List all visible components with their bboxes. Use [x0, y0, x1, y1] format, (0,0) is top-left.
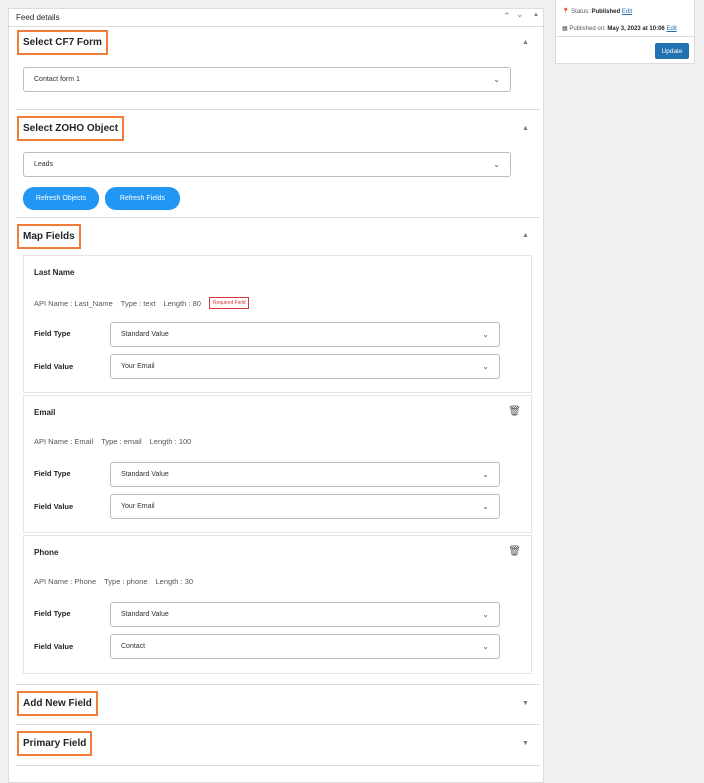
edit-status-link[interactable]: Edit [622, 9, 632, 15]
field-value-select[interactable]: Your Email ⌄ [110, 494, 500, 519]
cf7-form-select[interactable]: Contact form 1 ⌄ [23, 67, 511, 92]
selected-value: Contact [121, 643, 146, 650]
panel-title: Feed details [16, 13, 60, 22]
selected-value: Standard Value [121, 611, 169, 618]
selected-value: Standard Value [121, 471, 169, 478]
divider [16, 217, 540, 218]
field-type-select[interactable]: Standard Value ⌄ [110, 322, 500, 347]
field-value-label: Field Value [34, 362, 74, 371]
divider [16, 684, 540, 685]
field-type-label: Field Type [34, 469, 71, 478]
chevron-down-icon: ⌄ [482, 330, 489, 339]
field-meta: API Name : Phone Type : phone Length : 3… [34, 577, 193, 586]
divider [555, 36, 695, 37]
api-name: API Name : Last_Name [34, 298, 113, 308]
field-length: Length : 30 [155, 577, 194, 586]
status-row: 📍 Status: Published Edit [562, 8, 632, 15]
selected-value: Your Email [121, 503, 155, 510]
field-type-select[interactable]: Standard Value ⌄ [110, 602, 500, 627]
update-button[interactable]: Update [655, 43, 689, 59]
section-title-cf7[interactable]: Select CF7 Form [17, 30, 108, 55]
panel-header: Feed details [8, 8, 544, 27]
expand-icon[interactable]: ▼ [522, 700, 529, 707]
collapse-icon[interactable]: ▲ [522, 232, 529, 239]
chevron-down-icon: ⌄ [493, 75, 500, 84]
field-type-info: Type : phone [104, 577, 148, 586]
divider [16, 724, 540, 725]
status-label: Status: [571, 9, 590, 15]
toggle-panel-icon[interactable]: ▲ [533, 12, 539, 18]
divider [16, 109, 540, 110]
required-badge: Required Field [208, 297, 250, 309]
field-meta: API Name : Last_Name Type : text Length … [34, 297, 250, 309]
chevron-down-icon: ⌄ [482, 610, 489, 619]
field-value-select[interactable]: Your Email ⌄ [110, 354, 500, 379]
field-name: Last Name [34, 268, 75, 277]
pin-icon: 📍 [562, 9, 570, 15]
field-name: Phone [34, 548, 59, 557]
chevron-down-icon: ⌄ [493, 160, 500, 169]
field-length: Length : 100 [149, 437, 192, 446]
field-type-info: Type : text [120, 298, 156, 308]
chevron-down-icon: ⌄ [482, 470, 489, 479]
move-up-icon[interactable]: ⌃ [503, 11, 511, 22]
calendar-icon: ▦ [562, 26, 568, 32]
selected-value: Standard Value [121, 331, 169, 338]
chevron-down-icon: ⌄ [482, 502, 489, 511]
section-title-zoho[interactable]: Select ZOHO Object [17, 116, 125, 141]
published-label: Published on: [569, 26, 606, 32]
divider [16, 765, 540, 766]
refresh-objects-button[interactable]: Refresh Objects [23, 187, 99, 210]
api-name: API Name : Phone [34, 577, 97, 586]
status-value: Published [591, 9, 621, 15]
selected-value: Leads [34, 161, 54, 168]
field-card: Phone 🗑 API Name : Phone Type : phone Le… [23, 535, 532, 674]
field-value-label: Field Value [34, 642, 74, 651]
section-title-primary-field[interactable]: Primary Field [17, 731, 93, 756]
api-name: API Name : Email [34, 437, 94, 446]
field-length: Length : 80 [163, 298, 201, 308]
collapse-icon[interactable]: ▲ [522, 39, 529, 46]
selected-value: Your Email [121, 363, 155, 370]
collapse-icon[interactable]: ▲ [522, 125, 529, 132]
field-name: Email [34, 408, 56, 417]
chevron-down-icon: ⌄ [482, 362, 489, 371]
field-type-select[interactable]: Standard Value ⌄ [110, 462, 500, 487]
edit-date-link[interactable]: Edit [666, 26, 676, 32]
field-type-info: Type : email [101, 437, 142, 446]
field-meta: API Name : Email Type : email Length : 1… [34, 437, 191, 446]
selected-value: Contact form 1 [34, 76, 80, 83]
section-title-map-fields[interactable]: Map Fields [17, 224, 81, 249]
move-down-icon[interactable]: ⌄ [516, 9, 524, 20]
field-card: Last Name API Name : Last_Name Type : te… [23, 255, 532, 393]
field-type-label: Field Type [34, 329, 71, 338]
zoho-object-select[interactable]: Leads ⌄ [23, 152, 511, 177]
chevron-down-icon: ⌄ [482, 642, 489, 651]
section-title-add-new-field[interactable]: Add New Field [17, 691, 98, 716]
refresh-fields-button[interactable]: Refresh Fields [105, 187, 180, 210]
field-card: Email 🗑 API Name : Email Type : email Le… [23, 395, 532, 533]
field-value-label: Field Value [34, 502, 74, 511]
field-value-select[interactable]: Contact ⌄ [110, 634, 500, 659]
expand-icon[interactable]: ▼ [522, 740, 529, 747]
trash-icon[interactable]: 🗑 [508, 406, 521, 417]
trash-icon[interactable]: 🗑 [508, 546, 521, 557]
published-date: May 3, 2023 at 10:06 [607, 26, 665, 32]
published-row: ▦ Published on: May 3, 2023 at 10:06 Edi… [562, 25, 677, 32]
field-type-label: Field Type [34, 609, 71, 618]
